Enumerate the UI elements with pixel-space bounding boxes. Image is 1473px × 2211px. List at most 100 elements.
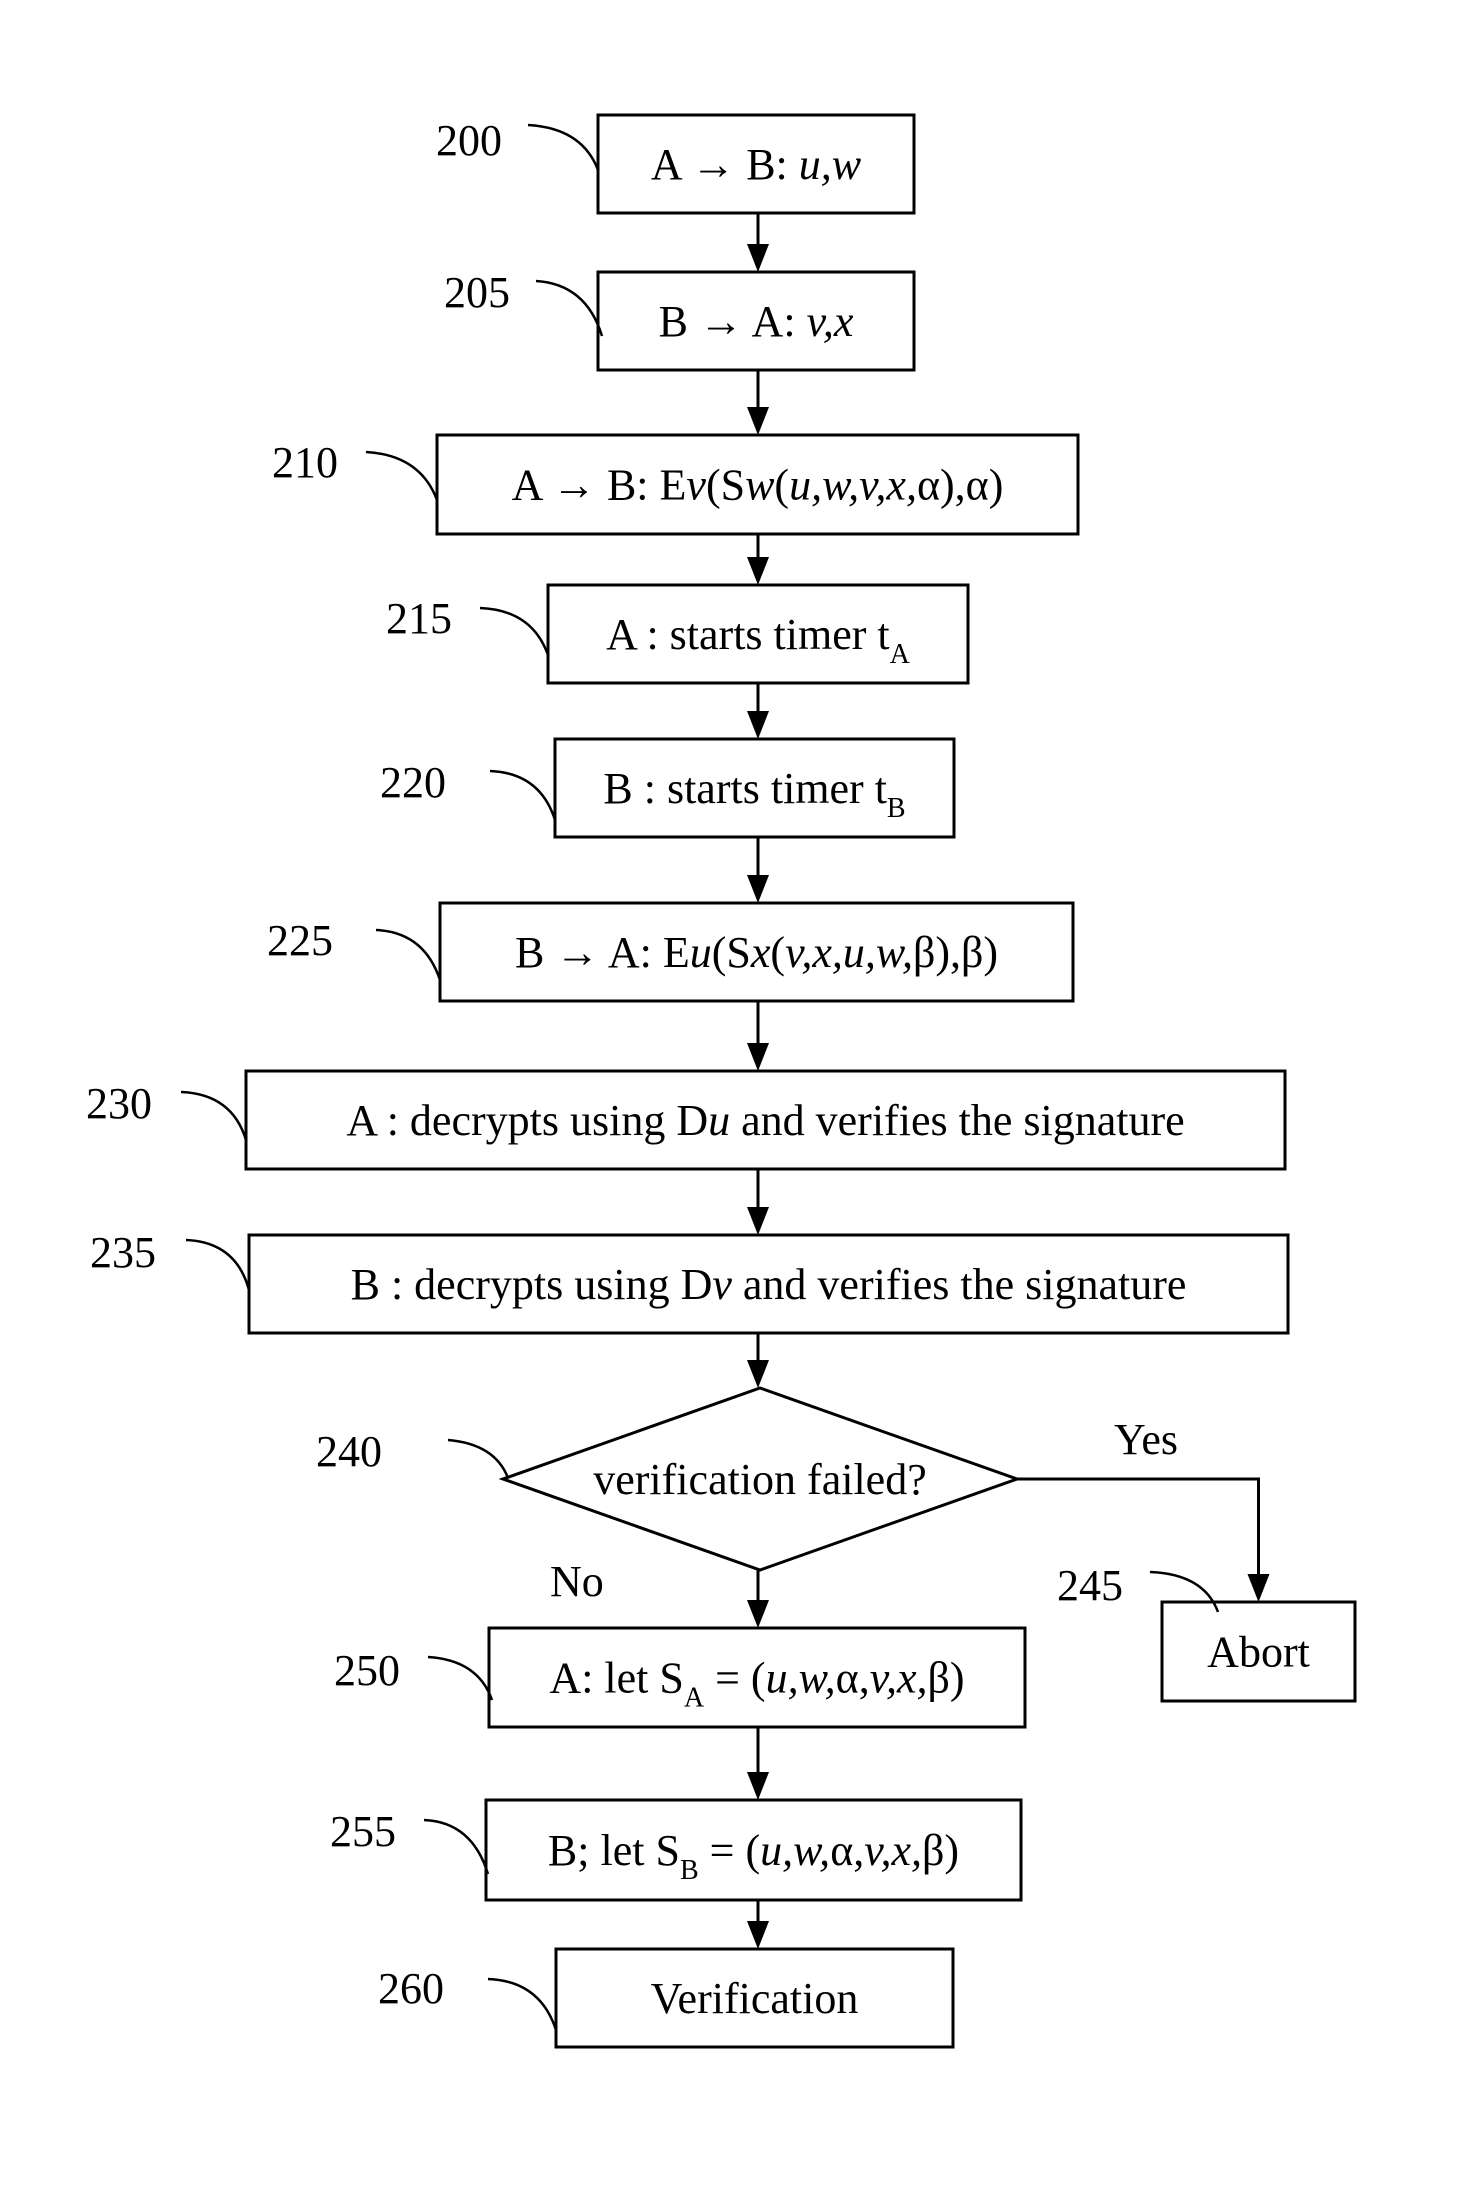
reference-numeral: 240 xyxy=(316,1427,382,1476)
text-run: A → B: E xyxy=(512,461,687,510)
text-run: α, xyxy=(836,1654,870,1703)
step-text: Verification xyxy=(651,1974,859,2023)
text-run: u,w, xyxy=(760,1826,830,1875)
leader-line xyxy=(479,606,550,656)
subscript: B xyxy=(887,793,906,824)
arrowhead-icon xyxy=(747,875,769,903)
text-run: β),β) xyxy=(913,928,998,977)
text-run: Abort xyxy=(1207,1628,1310,1677)
text-run: B : decrypts using D xyxy=(351,1260,713,1309)
reference-numeral: 245 xyxy=(1057,1561,1123,1610)
edge-205-210 xyxy=(747,370,769,435)
step-text: A : decrypts using Du and verifies the s… xyxy=(346,1096,1184,1145)
step-245: Abort xyxy=(1160,1600,1357,1703)
reference-numeral: 215 xyxy=(386,594,452,643)
step-220: B : starts timer tB xyxy=(553,737,956,839)
text-run: B : starts timer t xyxy=(603,764,887,813)
edge-200-205 xyxy=(747,213,769,272)
text-run: v,x, xyxy=(870,1654,928,1703)
text-run: v xyxy=(686,461,706,510)
branch-label-yes: Yes xyxy=(1114,1415,1178,1464)
text-run: verification failed? xyxy=(593,1455,926,1504)
step-text: B : decrypts using Dv and verifies the s… xyxy=(351,1260,1187,1309)
step-text: A → B: u,w xyxy=(651,140,862,189)
text-run: B; let S xyxy=(548,1826,680,1875)
edge-235-240 xyxy=(747,1333,769,1388)
reference-numeral: 205 xyxy=(444,268,510,317)
edge-215-220 xyxy=(747,683,769,739)
text-run: v xyxy=(712,1260,732,1309)
text-run: w xyxy=(745,461,775,510)
leader-line xyxy=(423,1818,490,1875)
text-run: β) xyxy=(928,1654,965,1703)
arrowhead-icon xyxy=(747,557,769,585)
arrowhead-icon xyxy=(747,1360,769,1388)
arrowhead-icon xyxy=(747,244,769,272)
text-run: Verification xyxy=(651,1974,859,2023)
reference-numeral: 200 xyxy=(436,116,502,165)
arrowhead-icon xyxy=(747,407,769,435)
arrowhead-icon xyxy=(747,1207,769,1235)
text-run: u,w xyxy=(799,140,862,189)
text-run: u,w, xyxy=(766,1654,836,1703)
text-run: and verifies the signature xyxy=(730,1096,1185,1145)
arrowhead-icon xyxy=(747,1600,769,1628)
text-run: = ( xyxy=(699,1826,760,1875)
step-text: verification failed? xyxy=(593,1455,926,1504)
step-260: Verification xyxy=(554,1947,955,2049)
reference-numeral: 230 xyxy=(86,1079,152,1128)
leader-line xyxy=(489,769,557,821)
edge-250-255 xyxy=(747,1727,769,1800)
arrowhead-icon xyxy=(747,1772,769,1800)
step-200: A → B: u,w xyxy=(596,113,916,215)
text-run: u xyxy=(690,928,712,977)
leader-line xyxy=(447,1438,510,1479)
flowchart: A → B: u,w B → A: v,x A → B: Ev(Sw(u,w,v,x… xyxy=(86,113,1357,2049)
step-205: B → A: v,x xyxy=(596,270,916,372)
reference-numeral: 220 xyxy=(380,758,446,807)
reference-numeral: 225 xyxy=(267,916,333,965)
subscript: A xyxy=(890,639,911,670)
edge-255-260 xyxy=(747,1900,769,1949)
step-210: A → B: Ev(Sw(u,w,v,x,α),α) xyxy=(435,433,1080,536)
leader-line xyxy=(487,1977,558,2031)
subscript: A xyxy=(684,1683,705,1714)
text-run: x xyxy=(750,928,771,977)
connector-line xyxy=(1017,1477,1260,1574)
reference-numeral: 250 xyxy=(334,1646,400,1695)
leader-line xyxy=(427,1655,494,1701)
text-run: β) xyxy=(922,1826,959,1875)
edge-230-235 xyxy=(747,1169,769,1235)
step-225: B → A: Eu(Sx(v,x,u,w,β),β) xyxy=(438,901,1075,1003)
text-run: (S xyxy=(706,461,745,510)
reference-numeral: 260 xyxy=(378,1964,444,2013)
text-run: v,x, xyxy=(864,1826,922,1875)
leader-line xyxy=(365,450,439,501)
text-run: A : starts timer t xyxy=(606,610,890,659)
text-run: u xyxy=(708,1096,730,1145)
subscript: B xyxy=(680,1855,699,1886)
text-run: v,x xyxy=(807,297,854,346)
text-run: B → A: xyxy=(659,297,807,346)
arrowhead-icon xyxy=(747,1921,769,1949)
edge-240-245 xyxy=(1017,1477,1270,1602)
arrowhead-icon xyxy=(747,1043,769,1071)
text-run: A : decrypts using D xyxy=(346,1096,708,1145)
leader-line xyxy=(527,123,600,171)
text-run: α, xyxy=(830,1826,864,1875)
step-240: verification failed? xyxy=(498,1386,1022,1572)
leader-line xyxy=(185,1238,251,1291)
leader-line xyxy=(375,928,442,981)
text-run: (S xyxy=(712,928,751,977)
step-230: A : decrypts using Du and verifies the s… xyxy=(244,1069,1287,1171)
leader-line xyxy=(180,1090,248,1141)
step-text: Abort xyxy=(1207,1628,1310,1677)
step-235: B : decrypts using Dv and verifies the s… xyxy=(247,1233,1290,1335)
edge-240-250 xyxy=(747,1570,769,1628)
step-text: A → B: Ev(Sw(u,w,v,x,α),α) xyxy=(512,461,1004,510)
branch-label-no: No xyxy=(550,1557,604,1606)
step-text: B → A: v,x xyxy=(659,297,854,346)
step-215: A : starts timer tA xyxy=(546,583,970,685)
reference-numeral: 235 xyxy=(90,1228,156,1277)
leader-line xyxy=(535,279,604,337)
